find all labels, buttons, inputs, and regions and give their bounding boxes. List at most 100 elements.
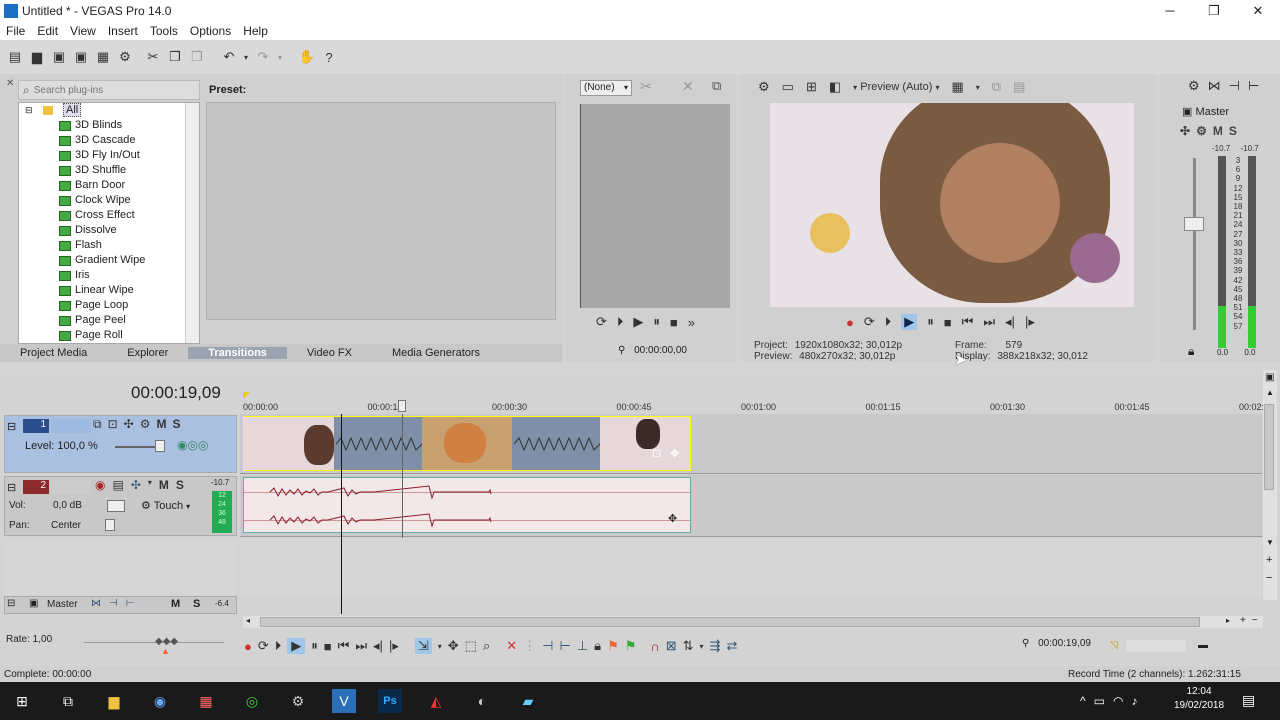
bus-input-icon[interactable]: ⊣ <box>109 598 118 609</box>
plugin-item[interactable]: Gradient Wipe <box>19 253 199 268</box>
scroll-left-icon[interactable]: ◂ <box>246 616 250 625</box>
render-icon[interactable]: ▦ <box>94 48 112 66</box>
delete-icon[interactable]: ✕ <box>506 638 517 654</box>
tab-media-generators[interactable]: Media Generators <box>372 347 500 359</box>
plugin-item[interactable]: Page Peel <box>19 313 199 328</box>
trimmer-options-icon[interactable]: ⧉ <box>712 78 721 94</box>
split-icon[interactable]: ⊥ <box>577 638 588 654</box>
normal-edit-tool-icon[interactable]: ⇲ <box>414 638 432 654</box>
minimize-button[interactable]: ─ <box>1148 0 1192 22</box>
split-screen-icon[interactable]: ⊞ <box>806 79 817 95</box>
video-track-header[interactable]: ⊟ 1 ⧉ ⊡ ✣ ⚙ M S Level: 100,0 % ◉◎◎ <box>4 415 237 473</box>
overlays-icon[interactable]: ◧ <box>829 79 841 95</box>
save-snapshot-icon[interactable]: ▤ <box>1013 79 1025 95</box>
mixer-mute-button[interactable]: M <box>1213 124 1223 138</box>
bus-output-icon[interactable]: ⊢ <box>126 598 135 609</box>
master-bus-header[interactable]: ⊟ ▣ Master ⋈ ⊣ ⊢ M S -6.4 <box>4 596 237 614</box>
plugin-item[interactable]: Cross Effect <box>19 208 199 223</box>
next-frame-icon[interactable]: |▸ <box>1025 314 1035 330</box>
undo-dropdown-icon[interactable]: ▾ <box>242 48 250 66</box>
play-from-start-icon[interactable]: ⏵ <box>275 638 282 654</box>
stop-icon[interactable]: ■ <box>944 315 952 330</box>
arm-record-icon[interactable]: ◉ <box>95 478 105 492</box>
collapse-track-icon[interactable]: ⊟ <box>7 420 16 433</box>
event-grouping-icon[interactable]: ⇶ <box>710 638 721 654</box>
vegas-icon[interactable]: V <box>332 689 356 713</box>
paste-icon[interactable]: ❐ <box>188 48 206 66</box>
prev-frame-icon[interactable]: ◂| <box>373 638 383 654</box>
mixer-solo-button[interactable]: S <box>1229 124 1237 138</box>
chevron-down-icon[interactable]: ▾ <box>438 642 442 651</box>
search-input[interactable] <box>33 84 184 96</box>
copy-snapshot-icon[interactable]: ⧉ <box>992 79 1001 95</box>
photoshop-icon[interactable]: Ps <box>378 689 402 713</box>
pan-slider[interactable] <box>105 519 115 531</box>
scroll-up-icon[interactable]: ▲ <box>1266 388 1274 397</box>
ripple-icon[interactable]: ⇅ <box>683 638 694 654</box>
new-icon[interactable]: ▤ <box>6 48 24 66</box>
chrome-icon[interactable]: ◎ <box>240 689 264 713</box>
undo-icon[interactable]: ↶ <box>220 48 238 66</box>
hzoom-out-icon[interactable]: − <box>1252 615 1258 626</box>
event-pan-crop-icon[interactable]: ⊡ <box>652 447 661 460</box>
go-to-end-icon[interactable]: ⏭ <box>355 638 367 654</box>
region-icon[interactable]: ⚑ <box>625 638 637 654</box>
automation-icon[interactable]: ✣ <box>131 478 141 492</box>
open-icon[interactable]: ▆ <box>28 48 46 66</box>
pause-icon[interactable]: ⏸ <box>927 314 934 330</box>
master-mute-button[interactable]: M <box>171 598 180 610</box>
grid-icon[interactable]: ▦ <box>951 79 963 95</box>
play-icon[interactable]: ▶ <box>287 638 306 654</box>
track-name-field[interactable] <box>51 480 91 494</box>
trimmer-view[interactable] <box>580 104 730 308</box>
pane-close-icon[interactable]: ✕ <box>6 78 14 89</box>
hscroll-thumb[interactable] <box>260 617 1200 627</box>
mixer-fx-icon[interactable]: ✣ <box>1180 124 1190 138</box>
cut-icon[interactable]: ✂ <box>144 48 162 66</box>
plugin-item[interactable]: 3D Blinds <box>19 118 199 133</box>
tab-video-fx[interactable]: Video FX <box>287 347 372 359</box>
save-icon[interactable]: ▣ <box>50 48 68 66</box>
stop-icon[interactable]: ■ <box>324 639 332 654</box>
pause-icon[interactable]: ⏸ <box>311 638 318 654</box>
plugin-item[interactable]: Flash <box>19 238 199 253</box>
chevron-down-icon[interactable]: ▾ <box>148 478 152 492</box>
plugin-item[interactable]: Barn Door <box>19 178 199 193</box>
zoom-in-icon[interactable]: + <box>1266 554 1272 566</box>
properties-icon[interactable]: ⚙ <box>116 48 134 66</box>
chevron-down-icon[interactable]: ▾ <box>700 642 704 651</box>
insert-bus-icon[interactable]: ⋈ <box>1208 78 1221 94</box>
insert-fx-icon[interactable]: ⊣ <box>1229 78 1240 94</box>
chevron-down-icon[interactable]: ▾ <box>976 83 980 92</box>
app-icon[interactable]: ◐ <box>470 689 494 713</box>
insert-input-icon[interactable]: ⊢ <box>1248 78 1259 94</box>
vscroll-thumb[interactable] <box>1264 404 1274 490</box>
track-name-field[interactable] <box>51 419 91 433</box>
trim-end-icon[interactable]: ⊢ <box>559 638 570 654</box>
menu-view[interactable]: View <box>64 24 102 38</box>
go-to-start-icon[interactable]: ⏮ <box>338 638 350 654</box>
battery-icon[interactable]: ▭ <box>1094 694 1105 708</box>
collapse-icon[interactable]: ⊟ <box>25 103 33 118</box>
envelope-tool-icon[interactable]: ✥ <box>448 638 459 654</box>
trimmer-cut-icon[interactable]: ✂ <box>640 78 652 95</box>
plugin-item[interactable]: Page Roll <box>19 328 199 343</box>
time-ruler[interactable]: 00:00:00 00:00:15 00:00:30 00:00:45 00:01:00… <box>243 400 1274 414</box>
video-solo-button[interactable]: S <box>172 417 180 432</box>
play-from-start-icon[interactable]: ⏵ <box>885 314 892 330</box>
scroll-right-icon[interactable]: ▸ <box>1226 616 1230 625</box>
track-fx-icon[interactable]: ▤ <box>112 478 123 492</box>
motion-icon[interactable]: ⧉ <box>93 417 102 432</box>
volume-icon[interactable]: ♪ <box>1131 694 1137 708</box>
video-editor-icon[interactable]: ▦ <box>194 689 218 713</box>
event-lock-icon[interactable]: ⇄ <box>726 638 737 654</box>
zoom-out-icon[interactable]: − <box>1266 572 1272 584</box>
prev-frame-icon[interactable]: ◂| <box>1005 314 1015 330</box>
wifi-icon[interactable]: ◠ <box>1113 694 1123 708</box>
plugin-item[interactable]: 3D Shuffle <box>19 163 199 178</box>
playback-cursor[interactable] <box>341 414 342 614</box>
play-from-start-icon[interactable]: ⏵ <box>617 314 624 330</box>
lock-icon[interactable]: 🔒︎ <box>1188 344 1194 359</box>
collapse-track-icon[interactable]: ⊟ <box>7 598 15 609</box>
plugin-item[interactable]: Linear Wipe <box>19 283 199 298</box>
